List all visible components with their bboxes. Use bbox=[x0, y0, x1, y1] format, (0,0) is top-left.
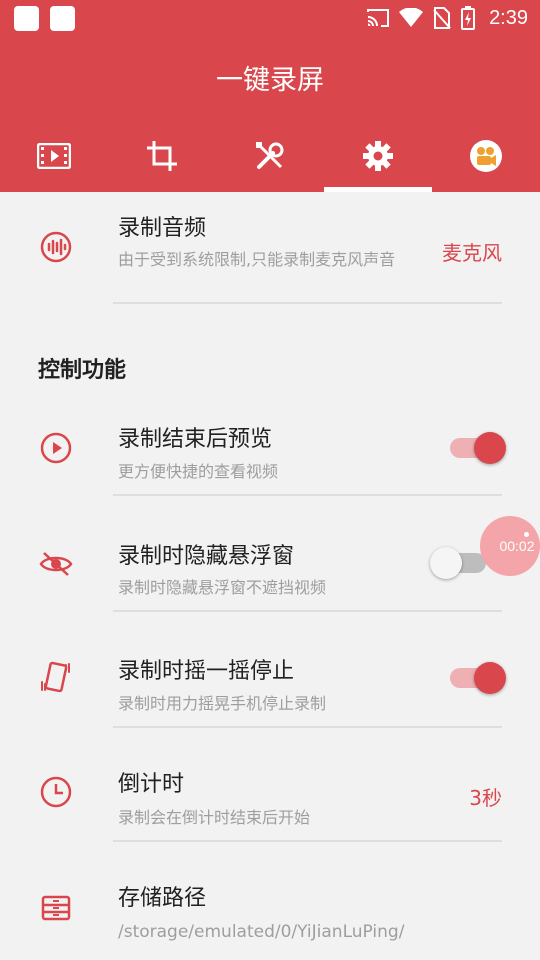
no-sim-icon bbox=[433, 7, 451, 29]
toggle-knob bbox=[474, 432, 506, 464]
setting-description: 由于受到系统限制,只能录制麦克风声音 bbox=[118, 250, 396, 269]
tab-more-apps[interactable] bbox=[432, 120, 540, 192]
audio-wave-icon bbox=[38, 229, 74, 265]
audio-source-value[interactable]: 麦克风 bbox=[442, 237, 502, 266]
app-bar: 一键录屏 bbox=[0, 36, 540, 120]
setting-description: 更方便快捷的查看视频 bbox=[118, 462, 279, 481]
wifi-icon bbox=[399, 8, 424, 27]
crop-icon bbox=[147, 141, 177, 171]
storage-path-value: /storage/emulated/0/YiJianLuPing/ bbox=[118, 922, 405, 942]
hide-window-toggle[interactable] bbox=[430, 547, 486, 579]
setting-shake-to-stop[interactable]: 录制时摇一摇停止 录制时用力摇晃手机停止录制 bbox=[0, 636, 540, 752]
setting-title: 录制时隐藏悬浮窗 bbox=[118, 544, 295, 569]
tab-videos[interactable] bbox=[0, 120, 108, 192]
divider bbox=[113, 840, 502, 842]
setting-record-audio[interactable]: 录制音频 由于受到系统限制,只能录制麦克风声音 麦克风 bbox=[0, 192, 540, 308]
setting-description: 录制时隐藏悬浮窗不遮挡视频 bbox=[118, 578, 327, 597]
tab-tools[interactable] bbox=[216, 120, 324, 192]
shake-phone-icon bbox=[38, 660, 74, 696]
page-title: 一键录屏 bbox=[216, 65, 324, 96]
gear-icon bbox=[363, 141, 393, 171]
status-bar: 2:39 bbox=[0, 0, 540, 36]
status-time: 2:39 bbox=[489, 6, 528, 29]
tools-icon bbox=[256, 142, 284, 169]
section-title: 控制功能 bbox=[38, 358, 127, 383]
setting-title: 录制结束后预览 bbox=[118, 427, 273, 452]
setting-title: 存储路径 bbox=[118, 886, 207, 911]
floating-record-timer[interactable]: 00:02 bbox=[480, 516, 540, 576]
tab-settings[interactable] bbox=[324, 120, 432, 192]
timer-text: 00:02 bbox=[499, 538, 535, 554]
setting-countdown[interactable]: 倒计时 录制会在倒计时结束后开始 3秒 bbox=[0, 752, 540, 868]
setting-preview-after-recording[interactable]: 录制结束后预览 更方便快捷的查看视频 bbox=[0, 404, 540, 520]
setting-storage-path[interactable]: 存储路径 /storage/emulated/0/YiJianLuPing/ bbox=[0, 866, 540, 960]
toggle-knob bbox=[474, 662, 506, 694]
shake-stop-toggle[interactable] bbox=[450, 662, 506, 694]
play-circle-icon bbox=[38, 430, 74, 466]
countdown-value[interactable]: 3秒 bbox=[469, 782, 502, 811]
camera-app-icon bbox=[470, 140, 502, 172]
video-film-icon bbox=[37, 143, 71, 169]
divider bbox=[113, 494, 502, 496]
tab-crop[interactable] bbox=[108, 120, 216, 192]
tab-bar bbox=[0, 120, 540, 192]
setting-hide-floating-window[interactable]: 录制时隐藏悬浮窗 录制时隐藏悬浮窗不遮挡视频 bbox=[0, 520, 540, 636]
notification-icon bbox=[14, 6, 39, 31]
notification-icon bbox=[50, 6, 75, 31]
archive-drawer-icon bbox=[38, 890, 74, 926]
clock-icon bbox=[38, 774, 74, 810]
cast-icon bbox=[367, 9, 390, 27]
preview-toggle[interactable] bbox=[450, 432, 506, 464]
setting-title: 录制音频 bbox=[118, 216, 207, 241]
recording-dot bbox=[524, 532, 529, 537]
divider bbox=[113, 610, 502, 612]
setting-description: 录制会在倒计时结束后开始 bbox=[118, 808, 311, 827]
battery-charging-icon bbox=[461, 6, 476, 30]
setting-title: 倒计时 bbox=[118, 772, 185, 797]
setting-description: 录制时用力摇晃手机停止录制 bbox=[118, 694, 327, 713]
setting-title: 录制时摇一摇停止 bbox=[118, 659, 295, 684]
eye-off-icon bbox=[38, 546, 74, 582]
divider bbox=[113, 302, 502, 304]
divider bbox=[113, 726, 502, 728]
toggle-knob bbox=[430, 547, 462, 579]
